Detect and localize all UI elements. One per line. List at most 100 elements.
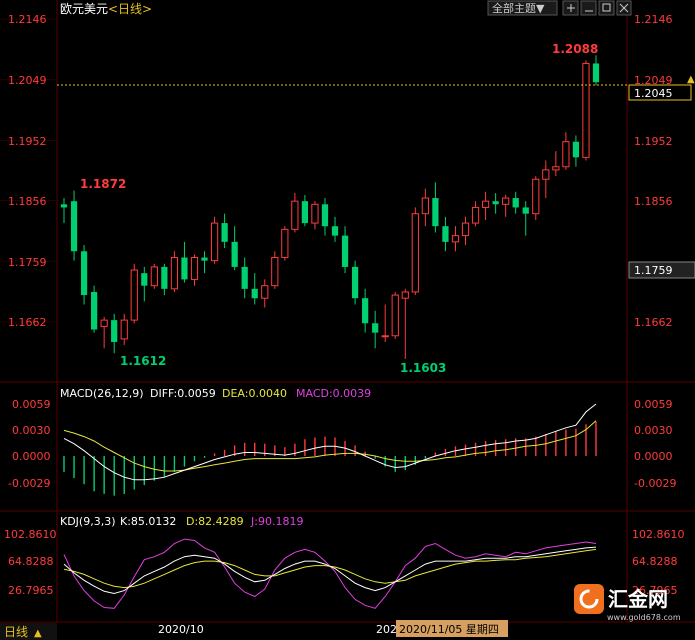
kdj-tick: 26.7965 — [8, 584, 54, 597]
candle-body — [251, 288, 258, 299]
candle-body — [552, 166, 560, 171]
candle-body — [210, 222, 219, 262]
mid-high-annotation: 1.1872 — [80, 177, 126, 191]
kdj-label: KDJ(9,3,3) — [60, 515, 116, 528]
low-left-annotation: 1.1612 — [120, 354, 166, 368]
macd-label: MACD(26,12,9) — [60, 387, 144, 400]
candle-body — [231, 241, 238, 267]
window-controls — [562, 0, 632, 16]
kdj-d-line — [63, 548, 597, 589]
candle-body — [381, 335, 389, 338]
candle-body — [241, 266, 248, 289]
candle-body — [542, 169, 550, 180]
macd-tick: 0.0059 — [634, 398, 673, 411]
candle-body — [442, 226, 449, 242]
right-tick: 1.2146 — [634, 13, 673, 26]
x-axis-date: 2020/10 — [158, 623, 204, 636]
candle-body — [111, 320, 118, 343]
kdj-d: D:82.4289 — [186, 515, 244, 528]
left-price-axis: 1.2146 1.2049 1.1952 1.1856 1.1759 1.166… — [8, 13, 47, 329]
candle-body — [592, 63, 600, 83]
period-label[interactable]: <日线> — [108, 2, 152, 16]
macd-tick: 0.0000 — [12, 450, 51, 463]
kdj-tick: 102.8610 — [632, 528, 685, 541]
candle-body — [311, 203, 319, 224]
candle-body — [141, 273, 148, 286]
kdj-k: K:85.0132 — [120, 515, 176, 528]
candle-body — [522, 207, 529, 214]
price-arrow-icon: ▲ — [687, 74, 695, 85]
candle-body — [100, 319, 108, 327]
candle-body — [372, 323, 379, 333]
candle-body — [301, 201, 309, 224]
left-tick: 1.2146 — [8, 13, 47, 26]
right-tick: 1.1662 — [634, 316, 673, 329]
candle-body — [411, 213, 419, 293]
left-tick: 1.1662 — [8, 316, 47, 329]
candle-body — [362, 298, 369, 324]
kdj-panel — [63, 538, 597, 609]
kdj-tick: 64.8288 — [8, 555, 54, 568]
candle-body — [60, 204, 68, 208]
macd-tick: 0.0030 — [634, 424, 673, 437]
forex-chart: 欧元美元 <日线> 全部主题▼ 1.2146 1.2049 1.1952 1.1… — [0, 0, 695, 640]
current-price-box: 1.2045 — [628, 84, 692, 101]
candle-body — [461, 222, 470, 237]
candle-body — [291, 200, 299, 230]
macd-tick: -0.0029 — [8, 477, 50, 490]
candle-body — [341, 235, 349, 267]
candle-body — [492, 201, 499, 205]
theme-button-label: 全部主题▼ — [492, 1, 545, 15]
candle-body — [502, 197, 510, 205]
candle-body — [351, 266, 359, 299]
candle-body — [582, 62, 590, 158]
macd-tick: 0.0059 — [12, 398, 51, 411]
brand-name: 汇金网 — [608, 587, 668, 611]
candle-body — [70, 201, 78, 252]
macd-panel — [63, 403, 597, 496]
candle-body — [532, 178, 540, 215]
macd-tick: 0.0000 — [634, 450, 673, 463]
right-tick: 1.1952 — [634, 135, 673, 148]
candle-body — [150, 266, 158, 287]
crosshair-price-value: 1.1759 — [634, 264, 673, 277]
candle-body — [261, 285, 269, 299]
period-button[interactable]: 日线 ▲ — [0, 623, 57, 640]
candle-body — [471, 206, 480, 224]
candle-body — [130, 269, 138, 321]
theme-button[interactable]: 全部主题▼ — [487, 0, 558, 16]
candle-body — [201, 257, 208, 261]
left-tick: 1.1856 — [8, 195, 47, 208]
macd-diff: DIFF:0.0059 — [150, 387, 216, 400]
candle-body — [120, 319, 128, 340]
period-dropdown-icon: ▲ — [34, 628, 42, 639]
brand-url: www.gold678.com — [607, 613, 681, 622]
candle-body — [512, 198, 519, 208]
macd-left-axis: 0.0059 0.0030 0.0000 -0.0029 — [8, 398, 51, 490]
crosshair-price-box: 1.1759 — [628, 261, 695, 279]
candle-body — [401, 291, 409, 299]
brand-logo-icon — [574, 584, 604, 614]
kdj-tick: 102.8610 — [4, 528, 57, 541]
minimize-icon[interactable] — [580, 0, 597, 16]
candle-body — [432, 198, 439, 227]
period-button-label: 日线 — [4, 625, 28, 639]
candle-body — [321, 204, 329, 227]
right-price-axis: 1.2146 1.2049 1.1952 1.1856 1.1662 — [634, 13, 673, 329]
cursor-date-label: 2020/11/05 星期四 — [399, 623, 499, 636]
horizontal-grid — [0, 18, 57, 323]
candle-body — [281, 228, 289, 259]
candle-body — [221, 223, 228, 242]
maximize-icon[interactable] — [598, 0, 615, 16]
left-tick: 1.1759 — [8, 256, 47, 269]
brand-watermark: 汇金网 www.gold678.com — [574, 584, 681, 622]
left-tick: 1.1952 — [8, 135, 47, 148]
candle-body — [91, 291, 98, 330]
high-annotation: 1.2088 — [552, 42, 598, 56]
kdj-tick: 64.8288 — [632, 555, 678, 568]
macd-tick: -0.0029 — [634, 477, 676, 490]
kdj-j-line — [63, 538, 597, 609]
right-tick: 1.1856 — [634, 195, 673, 208]
candle-body — [80, 251, 88, 296]
low-right-annotation: 1.1603 — [400, 361, 446, 375]
